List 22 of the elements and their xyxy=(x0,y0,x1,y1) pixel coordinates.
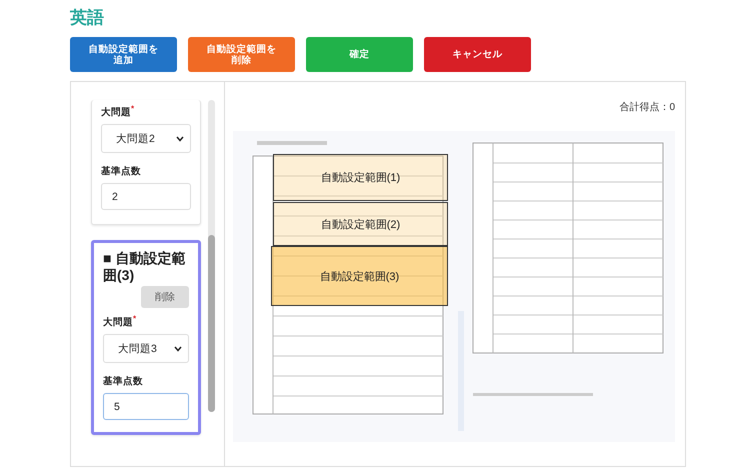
range-overlay[interactable]: 自動設定範囲(2) xyxy=(273,202,448,246)
page-title: 英語 xyxy=(70,8,105,28)
chevron-down-icon xyxy=(176,136,184,142)
field-label: 基準点数 xyxy=(101,165,142,178)
score-input[interactable]: 5 xyxy=(103,393,189,420)
scrollbar[interactable] xyxy=(208,100,215,412)
chevron-down-icon xyxy=(174,346,182,352)
range-card[interactable]: ■ 自動設定範囲(3) 削除 大問題$^{*}$ 大問題3 基準点数 5 xyxy=(91,240,201,436)
field-label: 大問題$^{*}$ xyxy=(103,314,138,330)
range-title: ■ 自動設定範囲(3) xyxy=(103,250,186,284)
range-overlay[interactable]: 自動設定範囲(1) xyxy=(273,154,448,201)
range-card[interactable]: 大問題$^{*}$ 大問題2 基準点数 2 xyxy=(91,100,201,226)
range-overlay[interactable]: 自動設定範囲(3) xyxy=(271,246,448,306)
field-label: 基準点数 xyxy=(103,375,144,388)
major-question-select[interactable]: 大問題3 xyxy=(103,334,189,364)
field-label: 大問題$^{*}$ xyxy=(101,104,136,120)
score-input[interactable]: 2 xyxy=(101,183,191,210)
cancel-button[interactable]: キャンセル xyxy=(424,37,531,72)
major-question-select[interactable]: 大問題2 xyxy=(101,124,191,154)
delete-button[interactable]: 削除 xyxy=(141,286,189,308)
add-button[interactable]: 自動設定範囲を追加 xyxy=(70,37,177,72)
total-score: 合計得点：0 xyxy=(619,100,675,114)
